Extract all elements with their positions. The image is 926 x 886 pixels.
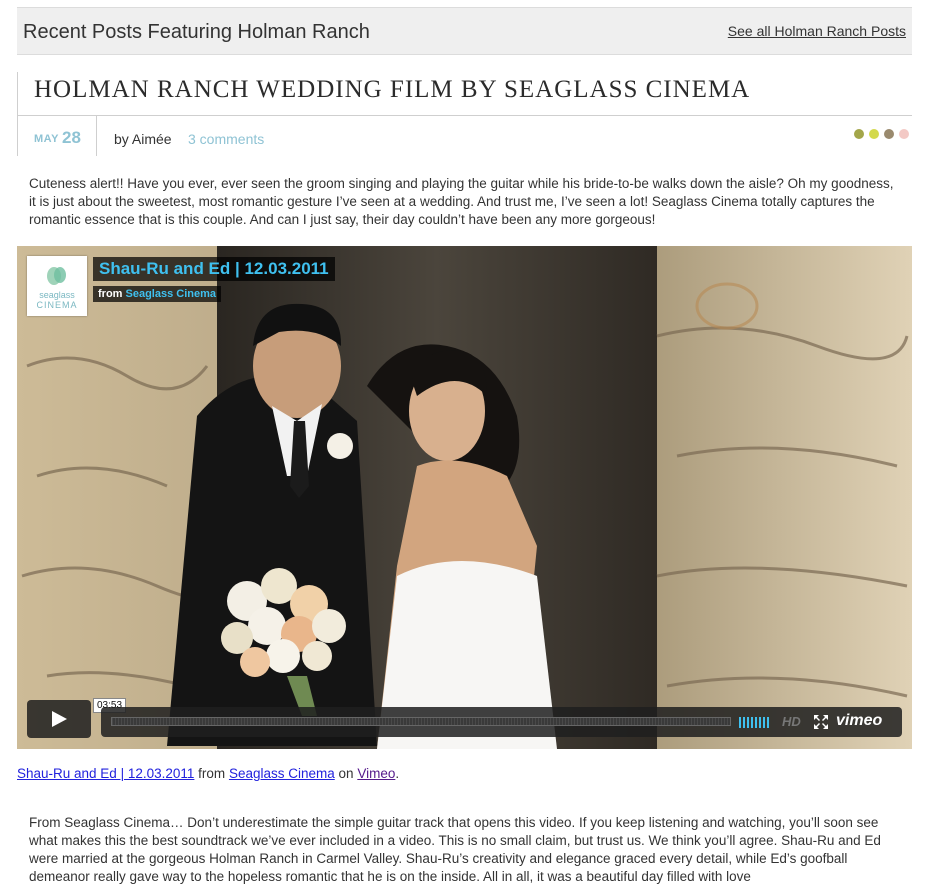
video-player[interactable]: seaglass CINEMA Shau-Ru and Ed | 12.03.2…: [17, 246, 912, 749]
palette-dot: [869, 129, 879, 139]
video-frame-image: [17, 246, 912, 749]
video-controls: HD vimeo: [101, 707, 902, 737]
credit-from-text: from: [198, 766, 226, 781]
post-title[interactable]: HOLMAN RANCH WEDDING FILM BY SEAGLASS CI…: [34, 76, 750, 104]
leaf-icon: [47, 267, 66, 285]
see-all-posts-link[interactable]: See all Holman Ranch Posts: [728, 23, 906, 39]
video-credit: Shau-Ru and Ed | 12.03.2011 from Seaglas…: [17, 766, 399, 781]
video-from: from Seaglass Cinema: [93, 286, 222, 302]
hd-button[interactable]: HD: [782, 714, 801, 729]
palette-dot: [899, 129, 909, 139]
post-date: MAY 28: [17, 116, 97, 156]
post-author: by Aimée: [114, 131, 172, 147]
video-author-link[interactable]: Seaglass Cinema: [126, 288, 217, 300]
recent-posts-title: Recent Posts Featuring Holman Ranch: [23, 21, 370, 43]
date-month: MAY: [34, 133, 59, 145]
volume-icon[interactable]: [739, 717, 769, 728]
video-progress-bar[interactable]: [111, 717, 731, 726]
post-meta: MAY 28 by Aimée 3 comments: [17, 116, 912, 158]
date-day: 28: [62, 128, 81, 147]
vimeo-link[interactable]: Vimeo: [357, 766, 395, 781]
seaglass-cinema-link[interactable]: Seaglass Cinema: [229, 766, 335, 781]
vimeo-logo[interactable]: vimeo: [836, 712, 882, 730]
video-from-label: from: [98, 288, 123, 300]
palette-dot: [884, 129, 894, 139]
video-title[interactable]: Shau-Ru and Ed | 12.03.2011: [93, 257, 335, 281]
logo-text-seaglass: seaglass: [39, 290, 75, 300]
play-icon: [52, 711, 67, 727]
video-title-link[interactable]: Shau-Ru and Ed | 12.03.2011: [17, 766, 194, 781]
recent-posts-bar: Recent Posts Featuring Holman Ranch See …: [17, 7, 912, 55]
credit-on-text: on: [338, 766, 354, 781]
logo-text-cinema: CINEMA: [36, 300, 78, 310]
post-body: From Seaglass Cinema… Don’t underestimat…: [29, 815, 881, 884]
comments-link[interactable]: 3 comments: [188, 131, 264, 147]
fullscreen-icon[interactable]: [813, 714, 829, 730]
seaglass-cinema-logo[interactable]: seaglass CINEMA: [27, 256, 87, 316]
post-header: HOLMAN RANCH WEDDING FILM BY SEAGLASS CI…: [17, 72, 912, 116]
post-intro: Cuteness alert!! Have you ever, ever see…: [29, 176, 894, 227]
palette-dot: [854, 129, 864, 139]
play-button[interactable]: [27, 700, 91, 738]
credit-period: .: [395, 766, 400, 781]
color-palette-dots: [854, 129, 909, 139]
